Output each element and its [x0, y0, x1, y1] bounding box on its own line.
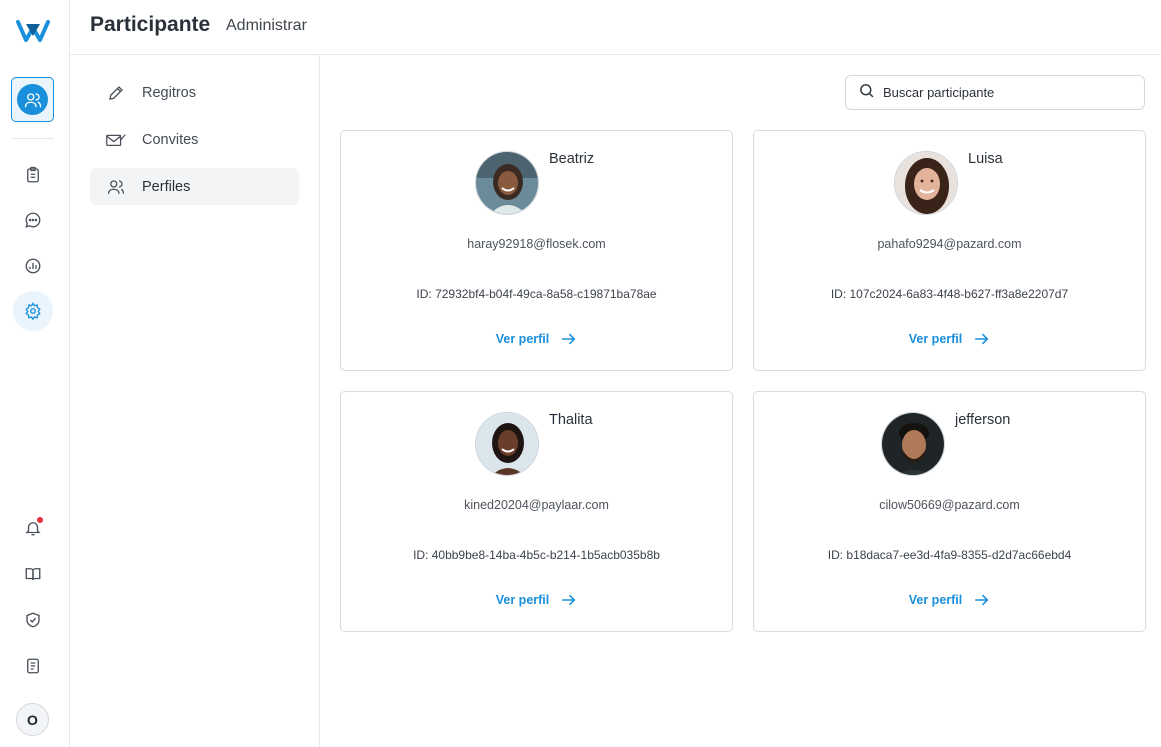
participant-id: ID: 40bb9be8-14ba-4b5c-b214-1b5acb035b8b — [413, 548, 660, 562]
subnav-label: Convites — [142, 131, 199, 148]
envelope-check-icon — [106, 130, 126, 150]
search-icon — [858, 82, 875, 104]
subnav-item-convites[interactable]: Convites — [90, 121, 299, 158]
avatar — [894, 151, 958, 215]
users-icon — [106, 177, 126, 197]
view-profile-label: Ver perfil — [908, 332, 963, 346]
chat-icon[interactable] — [20, 207, 46, 233]
participant-name: Thalita — [549, 412, 593, 428]
settings-icon — [25, 302, 41, 320]
participant-id: ID: b18daca7-ee3d-4fa9-8355-d2d7ac66ebd4 — [827, 548, 1072, 562]
participant-name: Beatriz — [549, 151, 595, 167]
clipboard-icon[interactable] — [20, 162, 46, 188]
participant-card: Luisa pahafo9294@pazard.com ID: 107c2024… — [753, 130, 1146, 371]
pencil-icon — [106, 83, 126, 103]
user-avatar[interactable]: O — [16, 703, 49, 736]
avatar — [475, 151, 539, 215]
page-header: Participante Administrar — [70, 0, 1161, 55]
search-placeholder: Buscar participante — [883, 85, 995, 100]
bell-icon[interactable] — [20, 515, 46, 541]
section-nav: Regitros Convites Perfiles — [70, 55, 320, 747]
view-profile-label: Ver perfil — [495, 332, 550, 346]
participant-email: kined20204@paylaar.com — [464, 498, 609, 512]
participant-name: Luisa — [968, 151, 1003, 167]
search-input[interactable]: Buscar participante — [845, 75, 1145, 110]
view-profile-label: Ver perfil — [908, 593, 963, 607]
analytics-icon[interactable] — [20, 253, 46, 279]
view-profile-link[interactable]: Ver perfil — [341, 593, 732, 607]
shield-check-icon[interactable] — [20, 607, 46, 633]
view-profile-link[interactable]: Ver perfil — [341, 332, 732, 346]
arrow-right-icon — [974, 593, 990, 607]
participants-icon — [17, 84, 48, 115]
settings-nav-button[interactable] — [13, 291, 53, 331]
view-profile-link[interactable]: Ver perfil — [754, 332, 1145, 346]
icon-rail: O — [0, 0, 70, 747]
arrow-right-icon — [561, 593, 577, 607]
page-subtitle: Administrar — [226, 17, 307, 34]
participant-id: ID: 72932bf4-b04f-49ca-8a58-c19871ba78ae — [416, 287, 657, 301]
arrow-right-icon — [561, 332, 577, 346]
participant-id: ID: 107c2024-6a83-4f48-b627-ff3a8e2207d7 — [830, 287, 1069, 301]
view-profile-label: Ver perfil — [495, 593, 550, 607]
subnav-label: Perfiles — [142, 178, 191, 195]
subnav-label: Regitros — [142, 84, 196, 101]
subnav-item-perfiles[interactable]: Perfiles — [90, 168, 299, 205]
arrow-right-icon — [974, 332, 990, 346]
notification-dot — [37, 517, 43, 523]
page-title: Participante — [90, 13, 211, 36]
subnav-item-registros[interactable]: Regitros — [90, 74, 299, 111]
document-icon[interactable] — [20, 653, 46, 679]
participant-card: Thalita kined20204@paylaar.com ID: 40bb9… — [340, 391, 733, 632]
participant-email: cilow50669@pazard.com — [879, 498, 1020, 512]
participant-name: jefferson — [955, 412, 1011, 428]
rail-divider — [11, 138, 54, 139]
participant-email: haray92918@flosek.com — [467, 237, 606, 251]
participant-card: jefferson cilow50669@pazard.com ID: b18d… — [753, 391, 1146, 632]
book-icon[interactable] — [20, 561, 46, 587]
participants-nav-button[interactable] — [11, 77, 54, 122]
participant-email: pahafo9294@pazard.com — [877, 237, 1022, 251]
logo-icon[interactable] — [16, 18, 50, 44]
avatar — [475, 412, 539, 476]
avatar — [881, 412, 945, 476]
participant-card: Beatriz haray92918@flosek.com ID: 72932b… — [340, 130, 733, 371]
view-profile-link[interactable]: Ver perfil — [754, 593, 1145, 607]
